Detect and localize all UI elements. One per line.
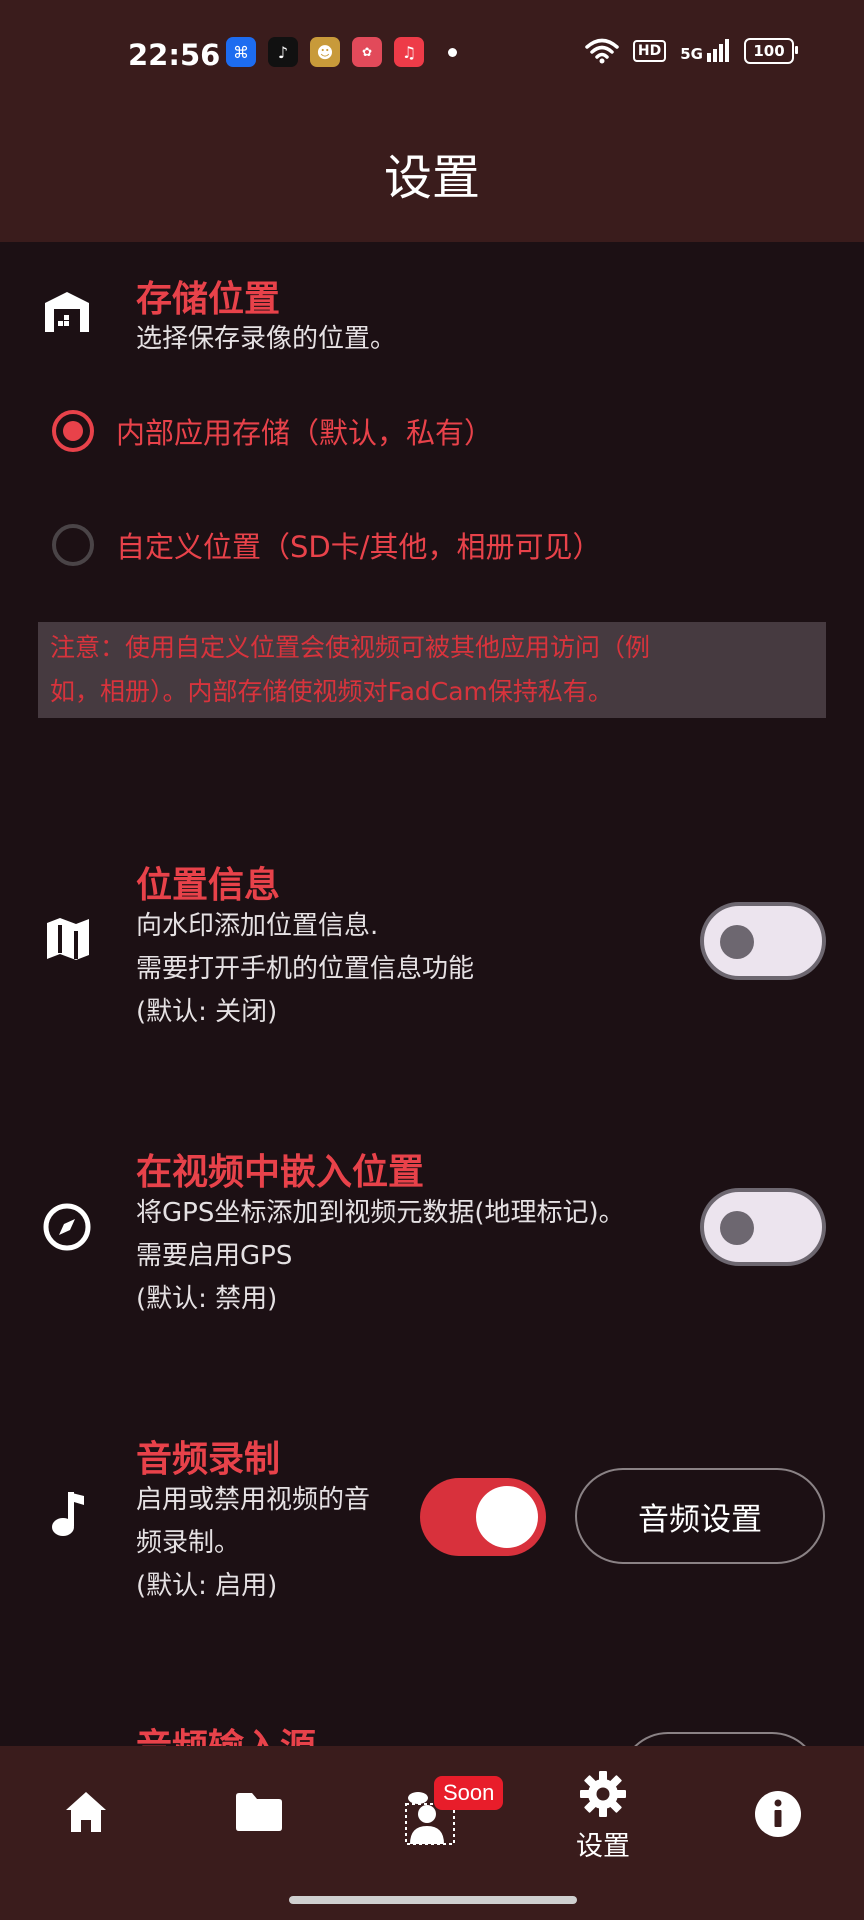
compass-icon [42, 1202, 92, 1256]
wifi-icon [585, 38, 619, 64]
embed-location-title: 在视频中嵌入位置 [136, 1152, 425, 1193]
radio-button-selected[interactable] [52, 410, 94, 452]
soon-badge: Soon [434, 1776, 504, 1810]
settings-list[interactable]: 存储位置 选择保存录像的位置。 内部应用存储（默认，私有） 自定义位置（SD卡/… [0, 242, 864, 1746]
hd-badge: HD [632, 40, 667, 62]
music-icon: ♫ [394, 37, 424, 67]
audio-settings-button[interactable]: 音频设置 [575, 1468, 825, 1564]
nav-files[interactable] [234, 1792, 284, 1832]
tiktok-icon: ♪ [268, 37, 298, 67]
battery-icon: 100 [744, 38, 798, 64]
embed-location-desc-3: (默认: 禁用) [136, 1284, 278, 1314]
toggle-knob [720, 925, 754, 959]
home-indicator[interactable] [289, 1896, 577, 1904]
storage-title: 存储位置 [136, 279, 281, 320]
music-note-icon [50, 1490, 86, 1542]
location-desc-1: 向水印添加位置信息. [136, 911, 379, 941]
toggle-knob [476, 1486, 538, 1548]
audio-toggle[interactable] [420, 1478, 546, 1556]
page-title: 设置 [383, 150, 480, 206]
embed-location-toggle[interactable] [700, 1188, 826, 1266]
gear-icon [580, 1771, 626, 1817]
warehouse-icon [44, 291, 90, 337]
note-line: 注意：使用自定义位置会使视频可被其他应用访问（例 [50, 633, 651, 662]
storage-option-label: 内部应用存储（默认，私有） [116, 416, 494, 450]
app-bar: 设置 [0, 100, 864, 242]
audio-source-button[interactable] [620, 1732, 820, 1746]
location-title: 位置信息 [136, 865, 281, 906]
game-icon: ☻ [310, 37, 340, 67]
storage-option-internal[interactable]: 内部应用存储（默认，私有） [52, 410, 493, 452]
status-time: 22:56 [128, 38, 221, 72]
location-desc-3: (默认: 关闭) [136, 997, 278, 1027]
signal-bars-icon [707, 39, 729, 62]
audio-desc-1: 启用或禁用视频的音 [136, 1485, 371, 1515]
embed-location-desc-1: 将GPS坐标添加到视频元数据(地理标记)。 [136, 1198, 625, 1228]
storage-note: 注意：使用自定义位置会使视频可被其他应用访问（例 如，相册）。内部存储使视频对F… [38, 622, 826, 718]
storage-option-custom[interactable]: 自定义位置（SD卡/其他，相册可见） [52, 524, 602, 566]
status-right: HD 5G 100 [585, 38, 798, 64]
location-toggle[interactable] [700, 902, 826, 980]
more-notifications-dot [448, 47, 457, 57]
radio-button[interactable] [52, 524, 94, 566]
embed-location-desc-2: 需要启用GPS [136, 1241, 293, 1271]
audio-desc-3: (默认: 启用) [136, 1571, 278, 1601]
signal-icon: 5G [680, 39, 730, 63]
info-icon [755, 1791, 801, 1837]
location-desc-2: 需要打开手机的位置信息功能 [136, 954, 475, 984]
bottom-navigation: Soon 设置 [0, 1746, 864, 1920]
network-type: 5G [680, 45, 703, 63]
audio-title: 音频录制 [136, 1439, 281, 1480]
nav-settings-label: 设置 [576, 1831, 630, 1862]
notification-icons: ⌘ ♪ ☻ ✿ ♫ [226, 37, 457, 67]
storage-option-label: 自定义位置（SD卡/其他，相册可见） [116, 530, 602, 564]
home-icon [66, 1792, 106, 1832]
nav-settings[interactable]: 设置 [576, 1770, 630, 1863]
folder-icon [236, 1793, 282, 1831]
storage-desc: 选择保存录像的位置。 [136, 324, 397, 354]
audio-desc-2: 频录制。 [136, 1528, 241, 1558]
app-icon: ⌘ [226, 37, 256, 67]
audio-source-title: 音频输入源 [136, 1718, 316, 1746]
nav-info[interactable] [754, 1790, 802, 1838]
note-line: 如，相册）。内部存储使视频对FadCam保持私有。 [50, 677, 613, 706]
map-icon [46, 917, 90, 965]
status-bar: 22:56 ⌘ ♪ ☻ ✿ ♫ HD 5G 100 [0, 0, 864, 100]
618-icon: ✿ [352, 37, 382, 67]
toggle-knob [720, 1211, 754, 1245]
nav-home[interactable] [64, 1790, 108, 1834]
